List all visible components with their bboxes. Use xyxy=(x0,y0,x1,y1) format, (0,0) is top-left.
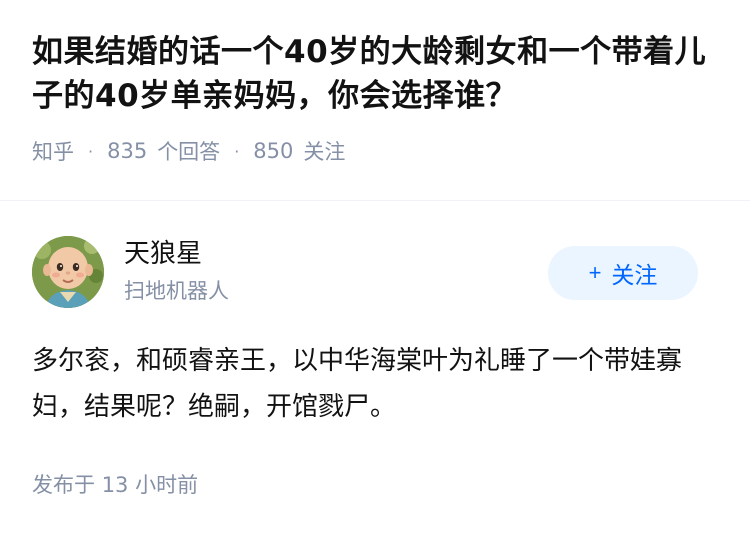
timestamp-prefix: 发布于 xyxy=(32,473,95,497)
follow-button-label: 关注 xyxy=(611,262,658,288)
avatar-image xyxy=(32,236,104,308)
author-info: 天狼星 扫地机器人 + 关注 xyxy=(32,236,698,308)
source-label[interactable]: 知乎 xyxy=(32,136,74,166)
follower-count-label[interactable]: 关注 xyxy=(303,136,345,166)
answer-count: 835 xyxy=(107,139,148,163)
meta-separator: · xyxy=(88,141,94,161)
question-header: 如果结婚的话一个40岁的大龄剩女和一个带着儿子的40岁单亲妈妈，你会选择谁？ 知… xyxy=(32,30,722,166)
timestamp-value: 13 xyxy=(101,473,129,497)
avatar[interactable] xyxy=(32,236,104,308)
author-name[interactable]: 天狼星 xyxy=(124,236,202,272)
timestamp-unit: 小时前 xyxy=(135,473,199,497)
answer-count-label[interactable]: 个回答 xyxy=(157,136,220,166)
section-divider xyxy=(0,200,750,201)
author-bio: 扫地机器人 xyxy=(124,279,229,303)
follow-button[interactable]: + 关注 xyxy=(548,246,698,300)
question-title[interactable]: 如果结婚的话一个40岁的大龄剩女和一个带着儿子的40岁单亲妈妈，你会选择谁？ xyxy=(32,30,722,118)
follower-count: 850 xyxy=(253,139,294,163)
meta-separator: · xyxy=(234,141,240,161)
answer-timestamp: 发布于 13 小时前 xyxy=(32,470,198,500)
answer-content[interactable]: 多尔衮，和硕睿亲王，以中华海棠叶为礼睡了一个带娃寡妇，结果呢？绝嗣，开馆戮尸。 xyxy=(32,338,722,430)
plus-icon: + xyxy=(588,260,602,285)
question-meta: 知乎 · 835 个回答 · 850 关注 xyxy=(32,136,722,166)
